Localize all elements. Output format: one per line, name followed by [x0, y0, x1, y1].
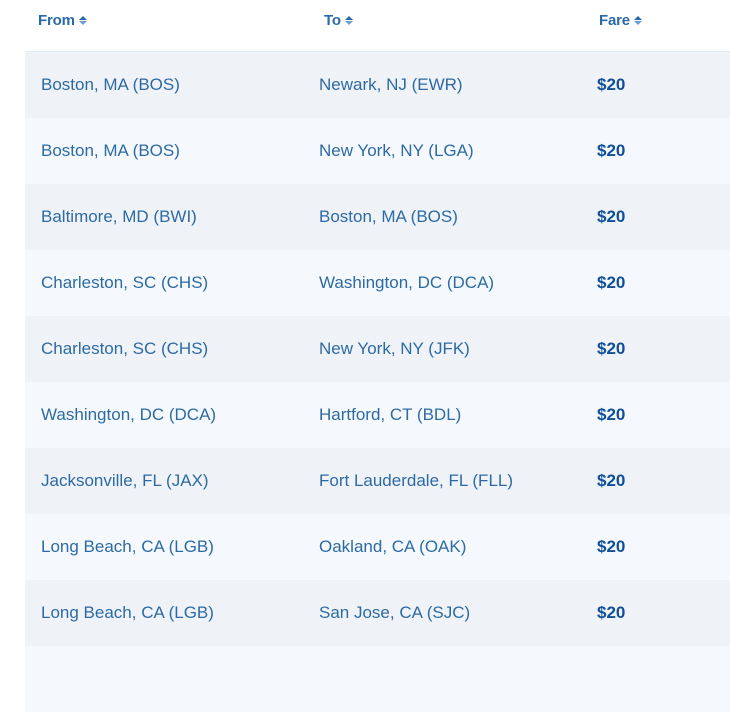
cell-to: New York, NY (JFK) — [319, 339, 470, 358]
cell-from: Jacksonville, FL (JAX) — [41, 471, 209, 490]
sort-icon[interactable] — [633, 16, 642, 25]
cell-fare: $20 — [597, 405, 626, 424]
cell-from: Charleston, SC (CHS) — [41, 273, 209, 292]
table-row[interactable]: Long Beach, CA (LGB) San Jose, CA (SJC) … — [25, 580, 730, 646]
cell-from: Charleston, SC (CHS) — [41, 339, 209, 358]
cell-fare: $20 — [597, 471, 626, 490]
sort-icon[interactable] — [344, 16, 353, 25]
fares-table: From To Fare Boston, MA (BOS) Newark, NJ… — [25, 0, 730, 712]
column-header-from[interactable]: From — [38, 12, 87, 29]
column-header-to[interactable]: To — [324, 12, 353, 29]
column-header-label: From — [38, 12, 75, 29]
cell-from: Long Beach, CA (LGB) — [41, 537, 214, 556]
table-row[interactable]: Charleston, SC (CHS) Washington, DC (DCA… — [25, 250, 730, 316]
table-row[interactable]: Long Beach, CA (LGB) Oakland, CA (OAK) $… — [25, 514, 730, 580]
table-row — [25, 646, 730, 712]
cell-from: Washington, DC (DCA) — [41, 405, 217, 424]
cell-from: Boston, MA (BOS) — [41, 141, 180, 160]
column-header-label: Fare — [599, 12, 630, 29]
column-header-label: To — [324, 12, 341, 29]
table-body: Boston, MA (BOS) Newark, NJ (EWR) $20 Bo… — [25, 51, 730, 712]
table-row[interactable]: Jacksonville, FL (JAX) Fort Lauderdale, … — [25, 448, 730, 514]
cell-to: Hartford, CT (BDL) — [319, 405, 462, 424]
cell-from: Baltimore, MD (BWI) — [41, 207, 197, 226]
cell-fare: $20 — [597, 141, 626, 160]
table-row[interactable]: Washington, DC (DCA) Hartford, CT (BDL) … — [25, 382, 730, 448]
cell-to: San Jose, CA (SJC) — [319, 603, 471, 622]
cell-fare: $20 — [597, 207, 626, 226]
sort-icon[interactable] — [78, 16, 87, 25]
cell-fare: $20 — [597, 603, 626, 622]
table-row[interactable]: Boston, MA (BOS) New York, NY (LGA) $20 — [25, 118, 730, 184]
table-row[interactable]: Boston, MA (BOS) Newark, NJ (EWR) $20 — [25, 52, 730, 118]
cell-to: Washington, DC (DCA) — [319, 273, 495, 292]
table-header: From To Fare — [25, 0, 730, 51]
cell-to: New York, NY (LGA) — [319, 141, 474, 160]
cell-to: Fort Lauderdale, FL (FLL) — [319, 471, 514, 490]
cell-fare: $20 — [597, 75, 626, 94]
cell-to: Newark, NJ (EWR) — [319, 75, 463, 94]
table-row[interactable]: Charleston, SC (CHS) New York, NY (JFK) … — [25, 316, 730, 382]
table-row[interactable]: Baltimore, MD (BWI) Boston, MA (BOS) $20 — [25, 184, 730, 250]
cell-to: Oakland, CA (OAK) — [319, 537, 467, 556]
cell-to: Boston, MA (BOS) — [319, 207, 458, 226]
column-header-fare[interactable]: Fare — [599, 12, 642, 29]
cell-from: Long Beach, CA (LGB) — [41, 603, 214, 622]
cell-from: Boston, MA (BOS) — [41, 75, 180, 94]
cell-fare: $20 — [597, 339, 626, 358]
cell-fare: $20 — [597, 537, 626, 556]
cell-fare: $20 — [597, 273, 626, 292]
